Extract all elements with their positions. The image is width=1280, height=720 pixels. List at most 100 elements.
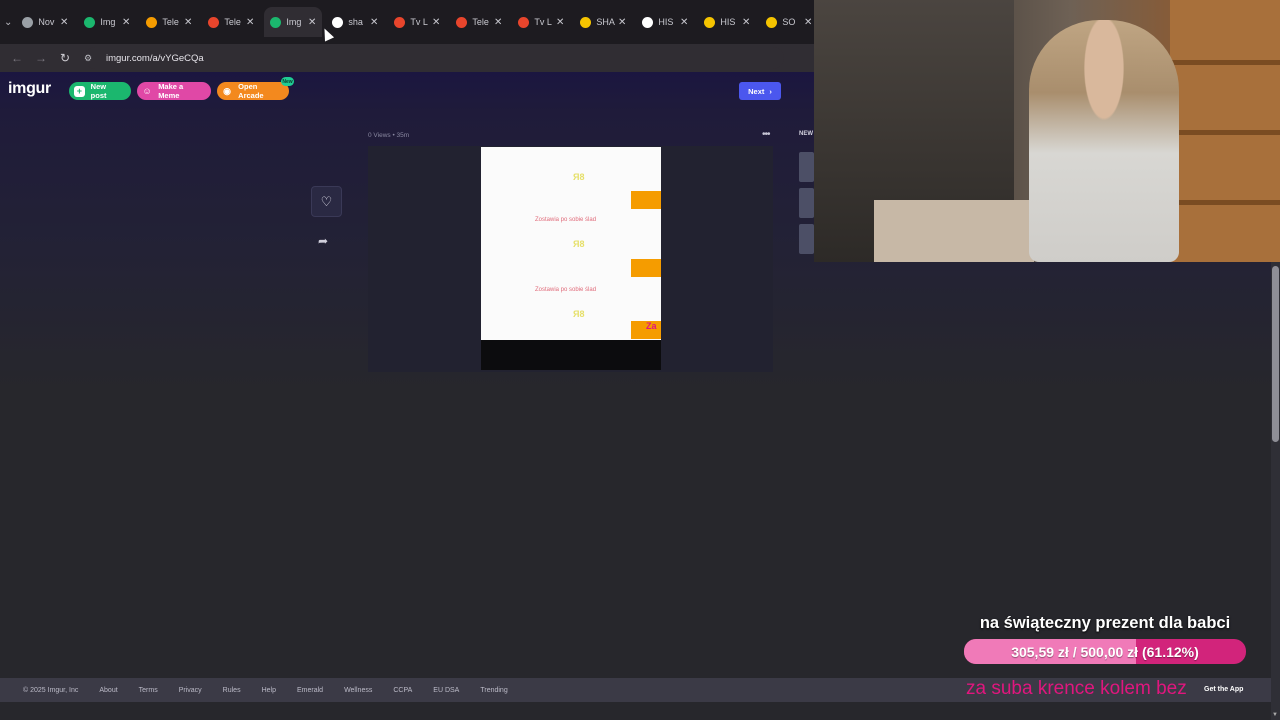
close-tab-icon[interactable]: ✕ xyxy=(618,17,626,28)
browser-tab-title: Tv L xyxy=(410,17,428,27)
open-arcade-label: Open Arcade xyxy=(238,82,264,100)
newest-thumbnails xyxy=(799,152,814,262)
share-arrow-icon[interactable]: ➦ xyxy=(318,234,328,248)
browser-tab-title: Nov xyxy=(38,17,55,27)
close-tab-icon[interactable]: ✕ xyxy=(742,17,750,28)
newest-thumbnail[interactable] xyxy=(799,224,814,254)
google-icon xyxy=(642,16,654,28)
webcam-shelf xyxy=(1170,0,1280,262)
close-tab-icon[interactable]: ✕ xyxy=(804,17,812,28)
newest-thumbnail[interactable] xyxy=(799,152,814,182)
tab-search-chevron-icon[interactable]: ⌄ xyxy=(4,11,12,33)
browser-tab-title: Img xyxy=(100,17,116,27)
next-post-button[interactable]: Next › xyxy=(739,82,781,100)
address-bar[interactable]: ⚙ imgur.com/a/vYGeCQa xyxy=(84,47,784,69)
footer-link[interactable]: Rules xyxy=(223,687,241,694)
browser-tab-title: Tele xyxy=(472,17,489,27)
image-orange-bar xyxy=(631,259,661,277)
close-tab-icon[interactable]: ✕ xyxy=(308,17,316,28)
c-icon xyxy=(208,16,220,28)
footer-link[interactable]: EU DSA xyxy=(433,687,459,694)
browser-tab[interactable]: Nov ✕ xyxy=(16,7,74,37)
footer-link[interactable]: Privacy xyxy=(179,687,202,694)
a-icon xyxy=(394,16,406,28)
footer-copyright: © 2025 Imgur, Inc xyxy=(23,686,79,694)
close-tab-icon[interactable]: ✕ xyxy=(370,17,378,28)
make-meme-button[interactable]: ☺ Make a Meme xyxy=(137,82,211,100)
play-icon xyxy=(580,16,592,28)
e-icon xyxy=(146,16,158,28)
more-options-icon[interactable]: ••• xyxy=(762,129,770,140)
browser-tab[interactable]: SO ✕ xyxy=(760,7,818,37)
image-caption-1: Zostawia po sobie ślad xyxy=(535,217,597,223)
browser-tab-title: HIS xyxy=(720,17,736,27)
browser-tab[interactable]: HIS ✕ xyxy=(698,7,756,37)
browser-tab[interactable]: SHA ✕ xyxy=(574,7,632,37)
donation-goal-title: na świąteczny prezent dla babci xyxy=(979,614,1231,632)
footer-link[interactable]: Help xyxy=(262,687,276,694)
back-arrow-icon[interactable]: ← xyxy=(6,47,28,69)
next-label: Next xyxy=(748,86,765,96)
play-icon xyxy=(766,16,778,28)
close-tab-icon[interactable]: ✕ xyxy=(246,17,254,28)
browser-tab[interactable]: Img ✕ xyxy=(264,7,323,37)
close-tab-icon[interactable]: ✕ xyxy=(680,17,688,28)
webcam-feed xyxy=(814,0,1280,262)
webcam-bed xyxy=(874,200,1034,262)
reload-icon[interactable]: ↻ xyxy=(54,47,76,69)
footer-link[interactable]: Trending xyxy=(480,687,507,694)
arcade-new-badge: New xyxy=(281,77,294,86)
imgur-logo[interactable]: imgur xyxy=(8,80,51,98)
get-the-app-link[interactable]: Get the App xyxy=(1204,686,1243,693)
scroll-down-icon[interactable]: ▼ xyxy=(1272,712,1278,718)
webcam-streamer xyxy=(1029,20,1179,262)
browser-tab[interactable]: Img ✕ xyxy=(78,7,136,37)
browser-tab[interactable]: HIS ✕ xyxy=(636,7,694,37)
gamepad-icon: ◉ xyxy=(223,85,231,96)
close-tab-icon[interactable]: ✕ xyxy=(60,17,68,28)
chevron-right-icon: › xyxy=(769,86,772,96)
browser-tab[interactable]: Tele ✕ xyxy=(202,7,260,37)
donation-progress-text: 305,59 zł / 500,00 zł (61.12%) xyxy=(1011,643,1199,660)
image-watermark: Я8 xyxy=(573,309,585,319)
footer-links: About Terms Privacy Rules Help Emerald Wellnes… xyxy=(99,687,528,694)
favorite-heart-icon[interactable]: ♡ xyxy=(311,186,342,217)
browser-tab-title: sha xyxy=(348,17,363,27)
image-watermark: Я8 xyxy=(573,172,585,182)
footer-link[interactable]: About xyxy=(99,687,117,694)
close-tab-icon[interactable]: ✕ xyxy=(494,17,502,28)
footer-link[interactable]: Wellness xyxy=(344,687,372,694)
image-caption-2: Zostawia po sobie ślad xyxy=(535,287,597,293)
post-image[interactable]: Я8 Zostawia po sobie ślad Я8 Zostawia po… xyxy=(481,147,661,340)
forward-arrow-icon[interactable]: → xyxy=(30,47,52,69)
browser-tab-title: Tv L xyxy=(534,17,552,27)
browser-tabstrip: ⌄ Nov ✕ Img ✕ Tele ✕ Tele ✕ Img ✕ sha ✕ Tv L ✕ Tele ✕ Tv… xyxy=(0,0,814,44)
browser-tab[interactable]: Tv L ✕ xyxy=(512,7,570,37)
new-post-button[interactable]: + New post xyxy=(69,82,131,100)
browser-tab[interactable]: Tele ✕ xyxy=(450,7,508,37)
close-tab-icon[interactable]: ✕ xyxy=(432,17,440,28)
browser-tab-title: Tele xyxy=(162,17,179,27)
page-scrollbar[interactable]: ▼ xyxy=(1271,262,1280,720)
open-arcade-button[interactable]: ◉ Open Arcade New xyxy=(217,77,294,100)
imgur-icon xyxy=(270,16,282,28)
close-tab-icon[interactable]: ✕ xyxy=(556,17,564,28)
imgur-icon xyxy=(84,16,96,28)
footer-link[interactable]: CCPA xyxy=(393,687,412,694)
browser-tab[interactable]: Tele ✕ xyxy=(140,7,198,37)
post-meta: 0 Views • 35m xyxy=(368,132,410,139)
close-tab-icon[interactable]: ✕ xyxy=(122,17,130,28)
scrollbar-thumb[interactable] xyxy=(1272,266,1279,442)
browser-tab-title: HIS xyxy=(658,17,674,27)
site-info-icon[interactable]: ⚙ xyxy=(84,53,100,64)
a-icon xyxy=(456,16,468,28)
footer-link[interactable]: Terms xyxy=(139,687,158,694)
image-watermark: Я8 xyxy=(573,239,585,249)
newest-thumbnail[interactable] xyxy=(799,188,814,218)
address-url: imgur.com/a/vYGeCQa xyxy=(106,52,204,64)
close-tab-icon[interactable]: ✕ xyxy=(184,17,192,28)
browser-tab[interactable]: sha ✕ xyxy=(326,7,384,37)
browser-tab[interactable]: Tv L ✕ xyxy=(388,7,446,37)
footer-link[interactable]: Emerald xyxy=(297,687,323,694)
chrome-icon xyxy=(22,16,34,28)
